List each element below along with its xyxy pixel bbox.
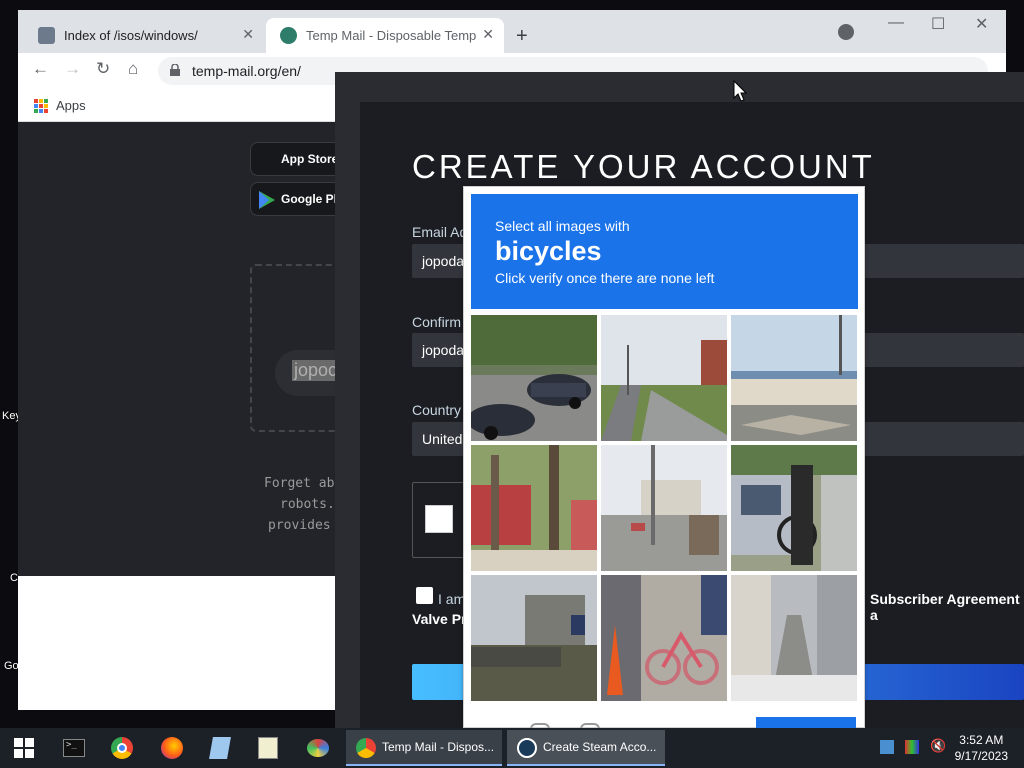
country-value: United [422,431,463,447]
captcha-target: bicycles [495,236,602,266]
back-arrow-icon[interactable]: ← [32,59,49,79]
steam-icon [517,738,537,758]
network-icon[interactable] [880,740,894,754]
system-clock[interactable]: 3:52 AM 9/17/2023 [955,732,1008,764]
captcha-hint: Click verify once there are none left [495,270,715,286]
captcha-tile[interactable] [601,445,727,571]
tab-title: Temp Mail - Disposable Tempora [306,28,476,43]
cmd-taskbar-icon[interactable]: >_ [52,728,96,768]
agree-text: I am [438,591,466,607]
captcha-tile[interactable] [471,445,597,571]
task-manager-taskbar-icon[interactable] [246,728,290,768]
taskbar-window-label: Temp Mail - Dispos... [382,740,495,754]
reload-icon[interactable]: ↻ [96,59,110,79]
taskbar-window-steam[interactable]: Create Steam Acco... [507,730,665,766]
description-line: provides [268,518,331,533]
temp-mail-logo-icon [280,27,297,44]
volume-muted-icon[interactable]: 🔇 [930,738,946,753]
valve-privacy-link[interactable]: Valve Pr [412,611,467,627]
tab-title: Index of /isos/windows/ [64,28,198,43]
google-play-icon [259,191,275,209]
firefox-taskbar-icon[interactable] [150,728,194,768]
notepad-taskbar-icon[interactable] [198,728,242,768]
close-tab-icon[interactable]: ✕ [482,26,494,43]
taskbar: >_ Temp Mail - Dispos... Create Steam Ac… [0,728,1024,768]
captcha-tile[interactable] [601,575,727,701]
country-label: Country [412,402,462,418]
captcha-tile[interactable] [471,575,597,701]
description-line: Forget ab [264,476,335,491]
captcha-checkbox[interactable] [425,505,453,533]
description-line: robots. [280,497,335,512]
start-button[interactable] [0,728,48,768]
agree-checkbox[interactable] [416,587,433,604]
maximize-button[interactable]: ☐ [931,14,945,34]
close-tab-icon[interactable]: ✕ [242,26,254,43]
color-tray-icon[interactable] [905,740,919,754]
subscriber-agreement-link[interactable]: Subscriber Agreement a [870,591,1024,623]
captcha-tile[interactable] [731,315,857,441]
app-store-label: App Store [281,152,339,166]
apps-bookmark[interactable]: Apps [34,98,86,113]
minimize-button[interactable]: — [888,14,904,32]
chrome-taskbar-icon[interactable] [100,728,144,768]
confirm-email-label: Confirm [412,314,462,330]
confirm-value: jopoda [422,342,465,358]
captcha-tile[interactable] [601,315,727,441]
taskbar-window-temp-mail[interactable]: Temp Mail - Dispos... [346,730,502,766]
taskbar-window-label: Create Steam Acco... [543,740,657,754]
tab-temp-mail[interactable]: Temp Mail - Disposable Tempora ✕ [266,18,504,53]
captcha-instruction: Select all images with [495,218,630,234]
mouse-cursor-icon [733,80,747,102]
desktop-icon-label[interactable]: C [10,572,18,584]
forward-arrow-icon[interactable]: → [64,59,81,79]
tab-index-isos[interactable]: Index of /isos/windows/ ✕ [24,18,264,53]
email-label: Email Ad [412,224,468,240]
captcha-tile[interactable] [731,575,857,701]
email-value: jopoda [422,253,465,269]
paint-taskbar-icon[interactable] [296,728,340,768]
white-footer-area [18,576,358,710]
server-icon [38,27,55,44]
temp-email-address[interactable]: jopoc [292,360,340,381]
url-text: temp-mail.org/en/ [192,63,301,79]
tab-search-icon[interactable] [838,24,854,40]
captcha-header: Select all images with bicycles Click ve… [471,194,858,309]
windows-logo-icon [14,738,34,758]
desktop-icon-label[interactable]: Go [4,660,19,672]
close-window-button[interactable]: ✕ [975,14,988,34]
page-title: CREATE YOUR ACCOUNT [412,148,875,185]
apps-grid-icon [34,98,48,113]
lock-icon [170,64,180,76]
captcha-tile[interactable] [471,315,597,441]
clock-date: 9/17/2023 [954,749,1008,763]
home-icon[interactable]: ⌂ [128,59,138,79]
new-tab-button[interactable]: + [516,25,528,48]
apps-label: Apps [56,98,86,113]
clock-time: 3:52 AM [959,733,1004,747]
chrome-icon [356,738,376,758]
captcha-tile[interactable] [731,445,857,571]
captcha-image-grid [471,315,858,702]
tab-strip: Index of /isos/windows/ ✕ Temp Mail - Di… [18,10,1006,53]
recaptcha-challenge: Select all images with bicycles Click ve… [463,186,865,729]
